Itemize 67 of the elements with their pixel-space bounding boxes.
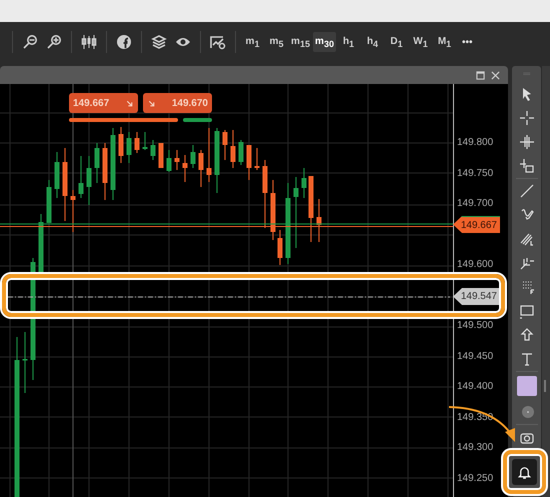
arrow-up-icon[interactable] (518, 327, 534, 343)
candle (102, 143, 108, 200)
buy-volume-bar (183, 118, 212, 122)
candle (262, 160, 268, 228)
price-label: 149.250 (457, 472, 494, 486)
price-label: 149.450 (457, 350, 494, 364)
candle (214, 128, 220, 193)
candle (134, 132, 140, 153)
vertical-lines-icon[interactable] (518, 134, 534, 150)
price-tag: 149.667 (453, 216, 500, 233)
arrow-down-right-icon (125, 98, 134, 108)
candle (278, 230, 282, 265)
rectangle-icon[interactable] (518, 303, 534, 319)
brush-icon[interactable] (518, 207, 534, 223)
timeframe-button[interactable]: m$_{5}$ (265, 32, 288, 52)
candle (166, 150, 172, 172)
arrow-down-right-icon (147, 98, 156, 108)
price-label: 149.300 (457, 441, 494, 455)
timeframe-button[interactable]: m$_{1}$ (241, 32, 264, 52)
timeframe-button[interactable]: m$_{30}$ (313, 32, 336, 52)
candle (150, 140, 156, 160)
candle (254, 148, 260, 170)
price-label: 149.800 (457, 136, 494, 150)
crosshair-icon[interactable] (518, 110, 534, 126)
timeframe-button[interactable]: h$_{4}$ (361, 32, 384, 52)
candle (246, 145, 252, 180)
candle (222, 130, 228, 160)
line-icon[interactable] (518, 183, 534, 199)
timeframe-button[interactable]: m$_{15}$ (289, 32, 312, 52)
letter-f-circle-icon[interactable] (116, 34, 132, 50)
alert-line[interactable] (8, 296, 450, 298)
zoom-out-icon[interactable] (22, 34, 38, 50)
maximize-icon[interactable] (476, 70, 485, 80)
alert-button[interactable] (512, 459, 537, 485)
bell-icon (517, 464, 532, 480)
fibonacci-icon[interactable] (518, 231, 534, 247)
candle (94, 143, 100, 183)
candle (174, 150, 180, 170)
candle (86, 156, 92, 205)
price-label: 149.750 (457, 166, 494, 180)
candle (142, 132, 148, 150)
price-label: 149.400 (457, 380, 494, 394)
crosshair-box-icon[interactable] (518, 158, 534, 174)
candle (190, 145, 196, 168)
candle (238, 140, 244, 165)
price-label: 149.600 (457, 258, 494, 272)
close-icon[interactable] (491, 70, 500, 80)
timeframe-button[interactable]: W$_{1}$ (409, 32, 432, 52)
color-swatch[interactable] (516, 376, 536, 396)
timeframe-button[interactable]: D$_{1}$ (385, 32, 408, 52)
more-button[interactable]: ••• (460, 36, 475, 48)
alert-price-tag[interactable]: 149.547 (453, 288, 500, 305)
candle (70, 190, 76, 232)
price-label: 149.500 (457, 319, 494, 333)
price-label: 149.700 (457, 197, 494, 211)
chart-settings-icon[interactable] (210, 34, 226, 50)
layers-icon[interactable] (151, 34, 167, 50)
pitchfork-icon[interactable] (518, 255, 534, 271)
candlestick-icon[interactable] (81, 34, 97, 50)
candle (308, 176, 314, 242)
timeframe-button[interactable]: h$_{1}$ (337, 32, 360, 52)
candle (198, 150, 204, 187)
candle (158, 143, 164, 168)
timeframe-button[interactable]: M$_{1}$ (433, 32, 456, 52)
candle (38, 214, 44, 272)
candle (46, 180, 52, 223)
zoom-in-icon[interactable] (46, 34, 62, 50)
